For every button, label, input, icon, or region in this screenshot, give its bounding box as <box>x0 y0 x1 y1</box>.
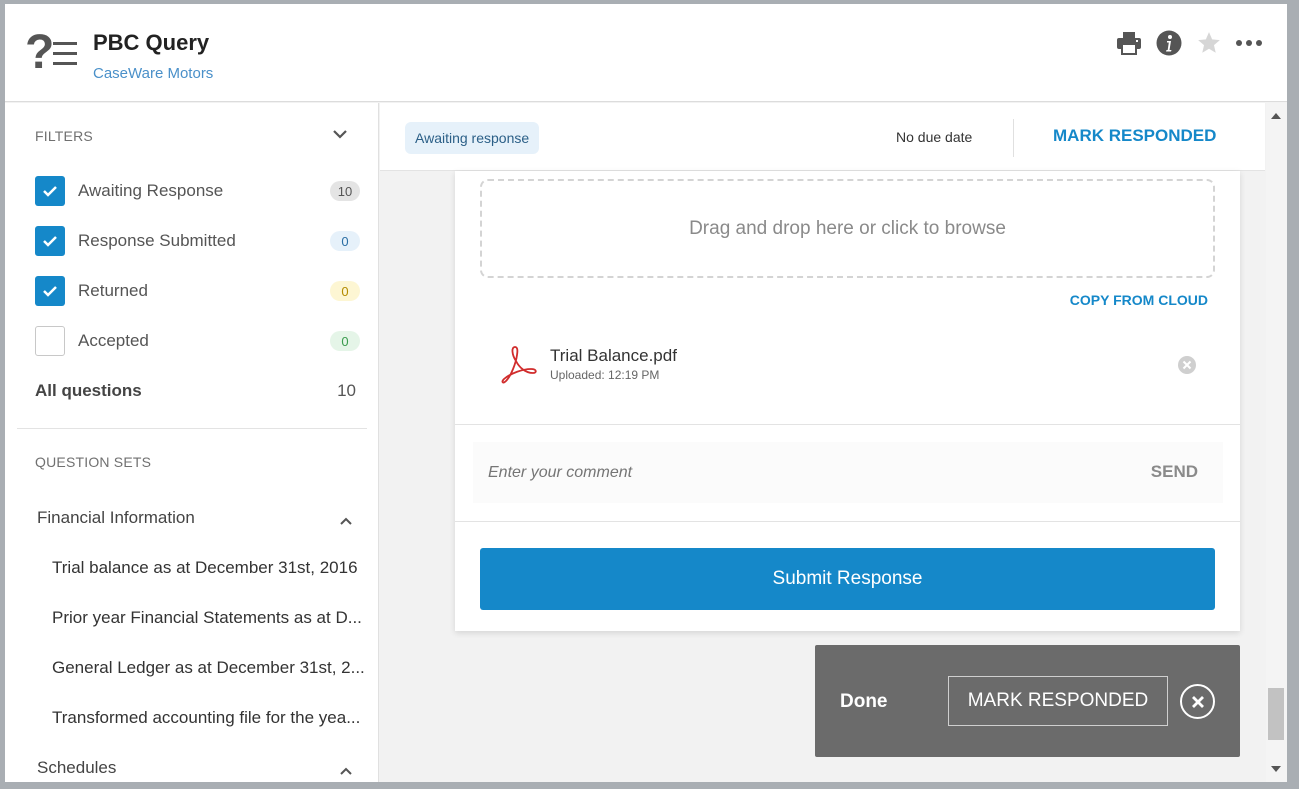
toast-mark-responded-button[interactable]: MARK RESPONDED <box>948 676 1168 726</box>
print-icon <box>1117 32 1141 55</box>
chevron-up-icon[interactable] <box>339 766 353 776</box>
comment-input[interactable] <box>488 463 1088 482</box>
count-badge: 0 <box>330 281 360 301</box>
question-set-title: Financial Information <box>37 508 195 527</box>
checkbox-returned[interactable] <box>35 276 65 306</box>
due-date[interactable]: No due date <box>896 129 972 145</box>
divider <box>17 428 367 429</box>
scrollbar[interactable] <box>1266 103 1287 782</box>
chevron-down-icon[interactable] <box>332 128 348 140</box>
question-set-schedules[interactable]: Schedules <box>37 758 367 782</box>
toast-close-button[interactable] <box>1180 684 1215 719</box>
checkmark-icon <box>43 236 57 247</box>
filter-label: Returned <box>78 281 148 300</box>
question-item[interactable]: Prior year Financial Statements as at D.… <box>52 608 367 628</box>
filter-label: Awaiting Response <box>78 181 224 200</box>
question-toolbar: Awaiting response No due date MARK RESPO… <box>380 103 1265 171</box>
send-button[interactable]: SEND <box>1151 462 1198 482</box>
filter-awaiting-response[interactable]: Awaiting Response 10 <box>35 174 360 208</box>
favorite-button[interactable] <box>1194 28 1224 58</box>
checkmark-icon <box>43 286 57 297</box>
question-set-title: Schedules <box>37 758 117 777</box>
all-questions-label: All questions <box>35 381 142 400</box>
page-title: PBC Query <box>93 30 210 55</box>
pdf-icon <box>501 346 537 384</box>
close-icon <box>1191 695 1204 708</box>
filter-returned[interactable]: Returned 0 <box>35 274 360 308</box>
all-questions-count: 10 <box>337 381 356 400</box>
file-dropzone[interactable]: Drag and drop here or click to browse <box>480 179 1215 278</box>
more-icon <box>1236 40 1262 46</box>
submit-response-button[interactable]: Submit Response <box>480 548 1215 610</box>
comment-box: SEND <box>473 442 1223 503</box>
checkmark-icon <box>43 186 57 197</box>
filter-label: Response Submitted <box>78 231 236 250</box>
notification-toast: Done MARK RESPONDED <box>815 645 1240 757</box>
copy-from-cloud-link[interactable]: COPY FROM CLOUD <box>1070 292 1208 308</box>
response-card: Drag and drop here or click to browse CO… <box>455 171 1240 631</box>
divider <box>455 424 1240 425</box>
question-sets-heading: QUESTION SETS <box>35 454 152 470</box>
question-item[interactable]: Trial balance as at December 31st, 2016 <box>52 558 367 578</box>
file-name[interactable]: Trial Balance.pdf <box>550 346 677 366</box>
checkbox-response-submitted[interactable] <box>35 226 65 256</box>
client-name-link[interactable]: CaseWare Motors <box>93 65 213 82</box>
app-window: ? PBC Query CaseWare Motors FILTERS Awai… <box>5 4 1287 782</box>
scroll-up-arrow-icon[interactable] <box>1271 113 1281 119</box>
question-item[interactable]: General Ledger as at December 31st, 2... <box>52 658 367 678</box>
count-badge: 10 <box>330 181 360 201</box>
sidebar: FILTERS Awaiting Response 10 Response Su… <box>5 103 379 782</box>
scroll-down-arrow-icon[interactable] <box>1271 766 1281 772</box>
filter-response-submitted[interactable]: Response Submitted 0 <box>35 224 360 258</box>
filters-heading: FILTERS <box>35 128 93 144</box>
divider <box>1013 119 1014 157</box>
question-item[interactable]: Transformed accounting file for the yea.… <box>52 708 367 728</box>
svg-text:?: ? <box>25 28 54 76</box>
checkbox-accepted[interactable] <box>35 326 65 356</box>
question-list-icon: ? <box>25 28 77 76</box>
filter-all-questions[interactable]: All questions 10 <box>35 374 360 408</box>
info-button[interactable] <box>1154 28 1184 58</box>
checkbox-awaiting-response[interactable] <box>35 176 65 206</box>
count-badge: 0 <box>330 331 360 351</box>
filter-accepted[interactable]: Accepted 0 <box>35 324 360 358</box>
filter-label: Accepted <box>78 331 149 350</box>
page-header: ? PBC Query CaseWare Motors <box>5 4 1287 102</box>
star-icon <box>1198 32 1220 53</box>
info-icon <box>1156 30 1182 56</box>
print-button[interactable] <box>1114 28 1144 58</box>
question-set-financial-information[interactable]: Financial Information <box>37 508 367 536</box>
scroll-thumb[interactable] <box>1268 688 1284 740</box>
mark-responded-button[interactable]: MARK RESPONDED <box>1053 126 1216 146</box>
toast-message: Done <box>840 691 888 712</box>
file-upload-time: Uploaded: 12:19 PM <box>550 368 660 382</box>
divider <box>455 521 1240 522</box>
count-badge: 0 <box>330 231 360 251</box>
status-badge: Awaiting response <box>405 122 540 154</box>
chevron-up-icon[interactable] <box>339 516 353 526</box>
more-options-button[interactable] <box>1234 28 1264 58</box>
remove-file-icon[interactable] <box>1177 355 1197 375</box>
